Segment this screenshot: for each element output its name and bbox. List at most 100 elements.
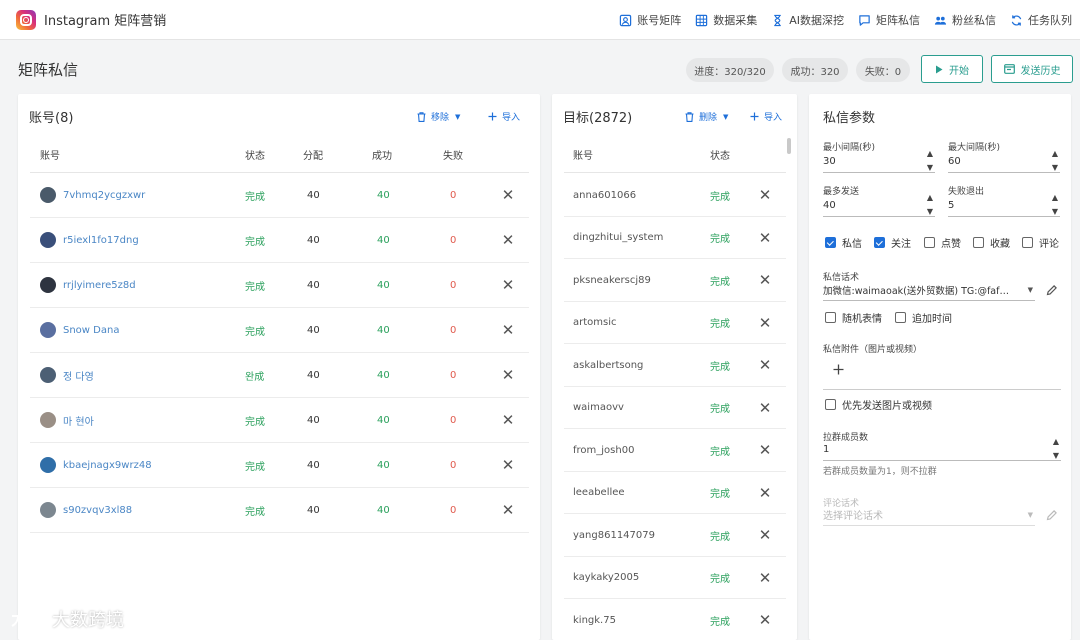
import-accounts-button[interactable]: 导入 [488, 110, 520, 123]
remove-row-close-icon[interactable]: ✕ [500, 263, 516, 307]
success-count: 40 [377, 414, 390, 426]
remove-row-close-icon[interactable]: ✕ [757, 344, 773, 386]
add-attachment-icon[interactable] [833, 364, 844, 375]
account-cell[interactable]: s90zvqv3xl88 [40, 488, 132, 532]
nav-ai-mining[interactable]: AI数据深挖 [771, 12, 844, 28]
stepper-icon[interactable]: ▲ ▼ [925, 149, 935, 173]
success-count: 40 [377, 324, 390, 336]
failed-count: 0 [450, 414, 457, 426]
scrollbar-thumb[interactable] [787, 138, 791, 154]
nav-matrix-dm[interactable]: 矩阵私信 [858, 12, 920, 28]
stepper-icon[interactable]: ▲ ▼ [1050, 193, 1060, 217]
account-cell[interactable]: 마 현아 [40, 398, 94, 442]
account-name[interactable]: kbaejnagx9wrz48 [63, 460, 152, 471]
status-text: 完成 [245, 281, 265, 293]
nav-data-collection[interactable]: 数据采集 [695, 12, 757, 28]
remove-button[interactable]: 移除 ▼ [417, 110, 460, 123]
account-cell[interactable]: 7vhmq2ycgzxwr [40, 173, 145, 217]
option-comment-checkbox[interactable]: 评论 [1022, 235, 1059, 250]
start-label: 开始 [949, 65, 969, 77]
import-targets-button[interactable]: 导入 [750, 110, 782, 123]
account-cell[interactable]: rrjlyimere5z8d [40, 263, 136, 307]
failed-count: 0 [450, 459, 457, 471]
people-icon [934, 16, 947, 25]
remove-row-close-icon[interactable]: ✕ [757, 174, 773, 216]
priority-media-checkbox[interactable]: 优先发送图片或视频 [825, 397, 932, 412]
success-count: 40 [377, 279, 390, 291]
option-follow-checkbox[interactable]: 关注 [874, 235, 911, 250]
remove-row-close-icon[interactable]: ✕ [757, 557, 773, 599]
fail-exit-input[interactable]: 5 ▲ ▼ [948, 193, 1060, 217]
targets-panel: 目标(2872) 删除 ▼ 导入 账号 状态 anna601066 完成 ✕ ding… [552, 94, 797, 640]
account-cell[interactable]: kbaejnagx9wrz48 [40, 443, 152, 487]
checkbox-icon [825, 312, 836, 323]
option-dm-checkbox[interactable]: 私信 [825, 235, 862, 250]
stepper-icon[interactable]: ▲ ▼ [1051, 437, 1061, 461]
script-select[interactable]: 加微信:waimaoak(送外贸数据) TG:@faf… ▼ [823, 279, 1035, 301]
account-cell[interactable]: r5iexl1fo17dng [40, 218, 139, 262]
account-name[interactable]: s90zvqv3xl88 [63, 505, 132, 516]
remove-row-close-icon[interactable]: ✕ [757, 259, 773, 301]
account-name[interactable]: 마 현아 [63, 413, 94, 428]
trash-icon [685, 111, 694, 122]
append-time-checkbox[interactable]: 追加时间 [895, 310, 952, 325]
nav-label: AI数据深挖 [789, 14, 844, 27]
min-interval-input[interactable]: 30 ▲ ▼ [823, 149, 935, 173]
stepper-icon[interactable]: ▲ ▼ [925, 193, 935, 217]
account-cell[interactable]: Snow Dana [40, 308, 119, 352]
remove-row-close-icon[interactable]: ✕ [757, 472, 773, 514]
target-name: waimaovv [573, 402, 624, 413]
status-text: 完成 [710, 616, 730, 628]
watermark-logo-icon [11, 610, 48, 628]
remove-row-close-icon[interactable]: ✕ [757, 429, 773, 471]
nav-task-queue[interactable]: 任务队列 [1010, 12, 1072, 28]
account-cell[interactable]: 정 다영 [40, 353, 94, 397]
remove-row-close-icon[interactable]: ✕ [500, 353, 516, 397]
nav-account-matrix[interactable]: 账号矩阵 [619, 12, 681, 28]
remove-row-close-icon[interactable]: ✕ [757, 387, 773, 429]
nav-fans-dm[interactable]: 粉丝私信 [934, 12, 996, 28]
nav-label: 任务队列 [1028, 14, 1072, 27]
remove-row-close-icon[interactable]: ✕ [757, 217, 773, 259]
edit-pencil-icon[interactable] [1046, 284, 1058, 296]
remove-row-close-icon[interactable]: ✕ [500, 173, 516, 217]
column-header-success: 成功 [372, 151, 392, 162]
remove-row-close-icon[interactable]: ✕ [757, 302, 773, 344]
remove-row-close-icon[interactable]: ✕ [757, 599, 773, 640]
avatar [40, 367, 56, 383]
max-interval-input[interactable]: 60 ▲ ▼ [948, 149, 1060, 173]
avatar [40, 277, 56, 293]
start-button[interactable]: 开始 [921, 55, 983, 83]
option-save-checkbox[interactable]: 收藏 [973, 235, 1010, 250]
group-members-input[interactable]: 1 ▲ ▼ [823, 437, 1061, 461]
option-like-checkbox[interactable]: 点赞 [924, 235, 961, 250]
comment-script-select[interactable]: 选择评论话术 ▼ [823, 504, 1035, 526]
success-count: 40 [377, 234, 390, 246]
main-nav: 账号矩阵 数据采集 AI数据深挖 矩阵私信 粉丝私信 任务队列 [605, 0, 1072, 40]
account-name[interactable]: Snow Dana [63, 325, 119, 336]
status-text: 完成 [245, 416, 265, 428]
account-name[interactable]: 7vhmq2ycgzxwr [63, 190, 145, 201]
account-name[interactable]: r5iexl1fo17dng [63, 235, 139, 246]
table-row: artomsic 完成 ✕ [564, 302, 786, 344]
edit-pencil-icon[interactable] [1046, 509, 1058, 521]
option-label: 优先发送图片或视频 [842, 401, 932, 412]
account-name[interactable]: rrjlyimere5z8d [63, 280, 136, 291]
remove-row-close-icon[interactable]: ✕ [757, 514, 773, 556]
remove-row-close-icon[interactable]: ✕ [500, 488, 516, 532]
remove-row-close-icon[interactable]: ✕ [500, 308, 516, 352]
send-history-button[interactable]: 发送历史 [991, 55, 1073, 83]
assigned-count: 40 [307, 459, 320, 471]
delete-button[interactable]: 删除 ▼ [685, 110, 728, 123]
remove-row-close-icon[interactable]: ✕ [500, 398, 516, 442]
brand: Instagram 矩阵营销 [16, 9, 166, 30]
success-count: 40 [377, 504, 390, 516]
dropdown-arrow-icon: ▼ [1027, 285, 1033, 294]
stepper-icon[interactable]: ▲ ▼ [1050, 149, 1060, 173]
remove-row-close-icon[interactable]: ✕ [500, 443, 516, 487]
max-send-input[interactable]: 40 ▲ ▼ [823, 193, 935, 217]
remove-row-close-icon[interactable]: ✕ [500, 218, 516, 262]
account-name[interactable]: 정 다영 [63, 368, 94, 383]
random-emoji-checkbox[interactable]: 随机表情 [825, 310, 882, 325]
table-row: 정 다영 완成 40 40 0 ✕ [30, 353, 529, 398]
